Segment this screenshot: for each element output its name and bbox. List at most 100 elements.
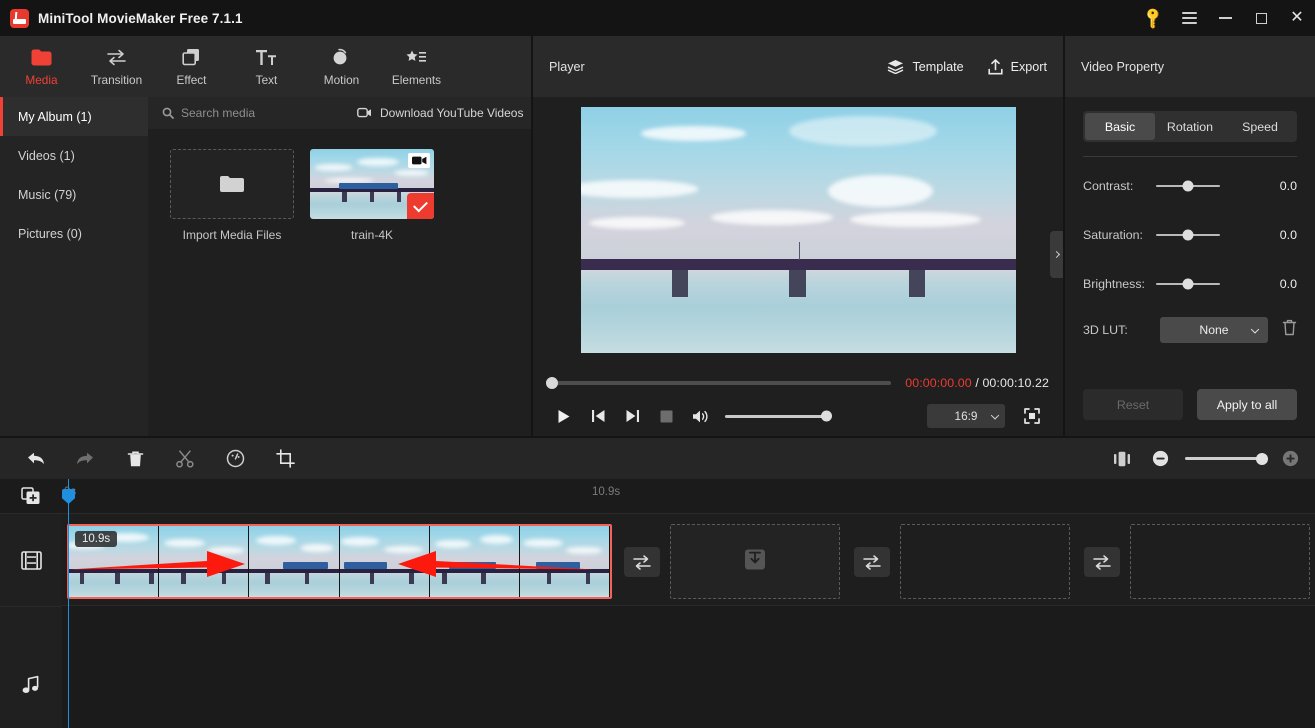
sidebar-item-videos[interactable]: Videos (1) [0, 136, 148, 175]
player-stage [533, 97, 1063, 362]
media-drop-slot[interactable] [670, 524, 840, 599]
aspect-ratio-select[interactable]: 16:9 [927, 404, 1005, 428]
lut-select[interactable]: None [1160, 317, 1268, 343]
close-icon[interactable]: ✕ [1279, 0, 1315, 36]
download-youtube-button[interactable]: Download YouTube Videos [357, 106, 523, 120]
lut-label: 3D LUT: [1083, 323, 1128, 337]
hamburger-menu-icon[interactable] [1171, 0, 1207, 36]
media-drop-slot[interactable] [900, 524, 1070, 599]
volume-handle[interactable] [821, 410, 832, 422]
contrast-slider[interactable] [1156, 180, 1220, 192]
tab-basic[interactable]: Basic [1085, 113, 1155, 140]
slider-handle[interactable] [1182, 278, 1194, 290]
trash-icon [1282, 319, 1297, 336]
timeline-clip[interactable]: 10.9s [67, 524, 612, 599]
apply-to-all-button[interactable]: Apply to all [1197, 389, 1297, 420]
ribbon-label: Motion [323, 72, 360, 87]
export-button[interactable]: Export [987, 58, 1047, 75]
play-button[interactable] [547, 399, 581, 433]
zoom-in-button[interactable] [1277, 446, 1303, 472]
fit-to-window-button[interactable] [1109, 446, 1135, 472]
speed-button[interactable] [220, 444, 250, 474]
saturation-value: 0.0 [1279, 228, 1297, 242]
transition-slot-button[interactable] [1084, 547, 1120, 577]
clip-duration-badge: 10.9s [75, 531, 118, 547]
video-preview[interactable] [580, 106, 1016, 353]
ribbon-tab-text[interactable]: Text [229, 36, 304, 97]
delete-button[interactable] [120, 444, 150, 474]
youtube-download-icon [357, 107, 371, 118]
annotation-arrow-right [69, 551, 245, 577]
volume-slider[interactable] [725, 410, 832, 422]
delete-lut-button[interactable] [1282, 319, 1297, 341]
timeline-zoom-slider[interactable] [1185, 452, 1268, 465]
split-icon [176, 449, 194, 468]
app-logo-icon [10, 8, 29, 28]
search-input[interactable]: Search media [162, 106, 357, 120]
audio-track-label[interactable] [0, 606, 62, 728]
playhead[interactable] [62, 479, 75, 728]
media-thumbnail[interactable] [310, 149, 434, 219]
stop-button[interactable] [649, 399, 683, 433]
volume-button[interactable] [683, 399, 717, 433]
collapse-property-panel-button[interactable] [1050, 231, 1063, 278]
seek-row: 00:00:00.00 / 00:00:10.22 [546, 370, 1049, 396]
undo-icon [27, 452, 44, 465]
template-label: Template [912, 59, 964, 74]
crop-button[interactable] [270, 444, 300, 474]
fullscreen-button[interactable] [1015, 399, 1049, 433]
ribbon-label: Effect [176, 72, 207, 87]
reset-button[interactable]: Reset [1083, 389, 1183, 420]
sidebar-item-music[interactable]: Music (79) [0, 175, 148, 214]
slider-handle[interactable] [1182, 180, 1194, 192]
upper-section: Media Transition Effect Text Motion Elem… [0, 36, 1315, 436]
ribbon-label: Transition [90, 72, 143, 87]
film-strip-icon [20, 550, 42, 570]
slider-handle[interactable] [1182, 229, 1194, 241]
key-icon[interactable]: 🔑 [1135, 0, 1171, 36]
import-media-button[interactable] [170, 149, 294, 219]
seek-handle[interactable] [546, 377, 558, 389]
brightness-row: Brightness: 0.0 [1083, 271, 1297, 297]
video-track-label[interactable] [0, 513, 62, 606]
music-note-icon [22, 675, 39, 693]
ribbon-tab-elements[interactable]: Elements [379, 36, 454, 97]
undo-button[interactable] [20, 444, 50, 474]
add-track-button[interactable] [0, 479, 62, 513]
transition-slot-button[interactable] [854, 547, 890, 577]
maximize-icon[interactable] [1243, 0, 1279, 36]
transition-slot-button[interactable] [624, 547, 660, 577]
tab-rotation[interactable]: Rotation [1155, 113, 1225, 140]
download-slot-icon [744, 548, 766, 575]
media-drop-slot[interactable] [1130, 524, 1310, 599]
sidebar-item-my-album[interactable]: My Album (1) [0, 97, 148, 136]
next-frame-button[interactable] [615, 399, 649, 433]
tab-speed[interactable]: Speed [1225, 113, 1295, 140]
timeline-ruler[interactable]: 0s 10.9s [62, 479, 1315, 513]
ribbon-tab-transition[interactable]: Transition [79, 36, 154, 97]
previous-frame-button[interactable] [581, 399, 615, 433]
import-media-label: Import Media Files [182, 228, 282, 242]
redo-button[interactable] [70, 444, 100, 474]
video-track[interactable]: 10.9s [62, 513, 1315, 606]
seek-bar[interactable] [546, 377, 892, 389]
minimize-icon[interactable] [1207, 0, 1243, 36]
ribbon-tab-effect[interactable]: Effect [154, 36, 229, 97]
media-item-train-4k: train-4K [310, 149, 434, 242]
zoom-handle[interactable] [1256, 452, 1268, 465]
ribbon-label: Media [25, 72, 58, 87]
sidebar-item-pictures[interactable]: Pictures (0) [0, 214, 148, 253]
timeline: 0s 10.9s [0, 479, 1315, 728]
brightness-slider[interactable] [1156, 278, 1220, 290]
template-button[interactable]: Template [887, 59, 964, 74]
clip-frame [249, 526, 340, 597]
property-title: Video Property [1081, 59, 1165, 74]
split-button[interactable] [170, 444, 200, 474]
ribbon-tab-motion[interactable]: Motion [304, 36, 379, 97]
zoom-out-button[interactable] [1147, 446, 1173, 472]
speed-icon [226, 449, 244, 468]
stop-icon [660, 410, 672, 422]
saturation-slider[interactable] [1156, 229, 1220, 241]
audio-track[interactable] [62, 607, 1315, 728]
ribbon-tab-media[interactable]: Media [4, 36, 79, 97]
